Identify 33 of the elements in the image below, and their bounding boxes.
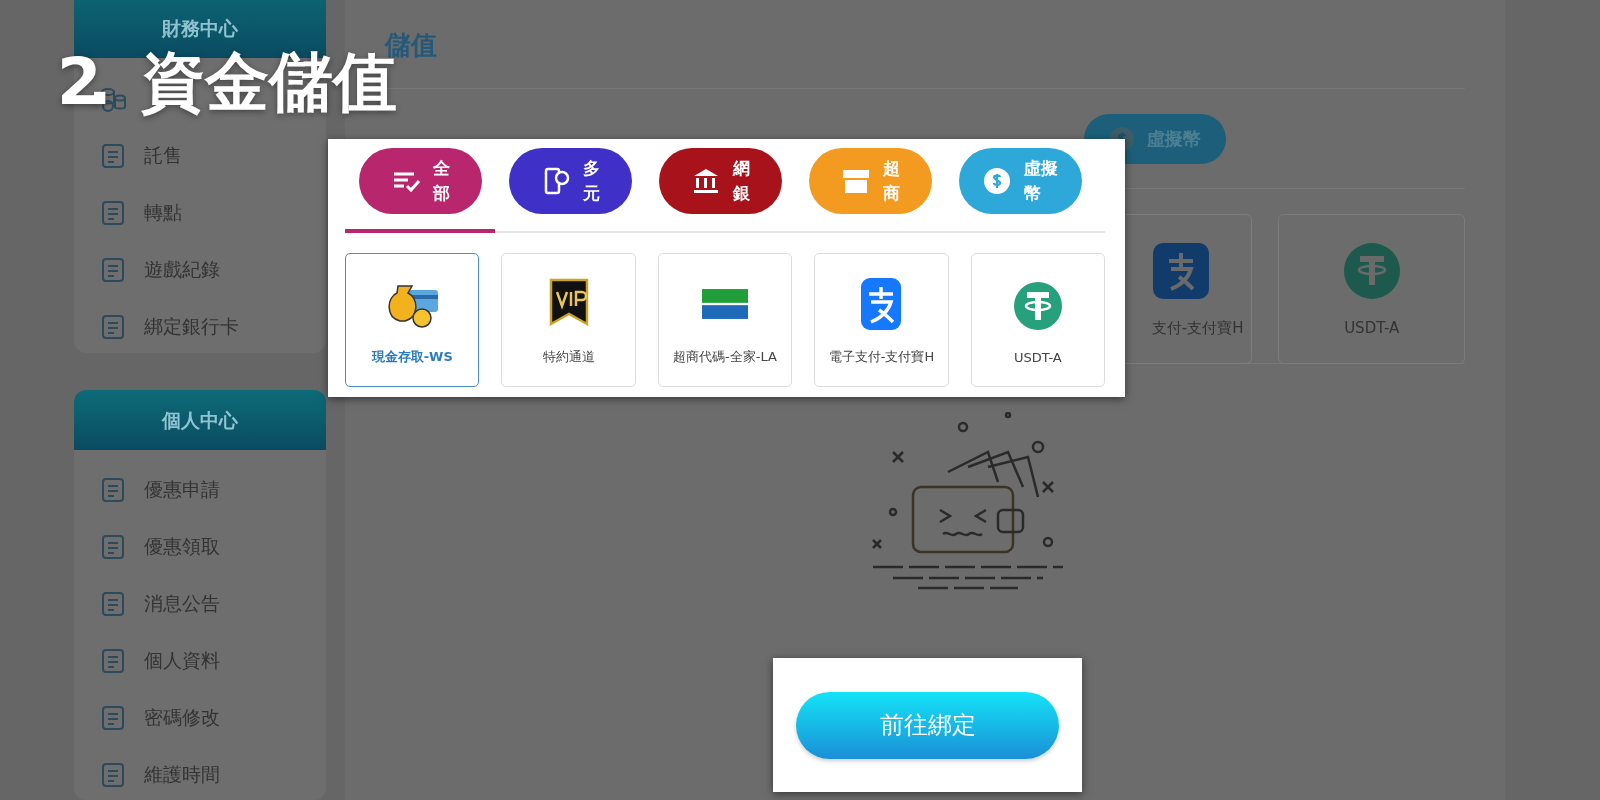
category-tab[interactable]: 超商 xyxy=(795,139,945,233)
sidebar-item[interactable]: 優惠領取 xyxy=(144,534,220,561)
channel-card[interactable]: 電子支付-支付寶H xyxy=(814,253,949,387)
tether-coin-icon xyxy=(1341,241,1402,301)
store-logo-icon xyxy=(702,289,748,319)
sidebar-item[interactable]: 綁定銀行卡 xyxy=(144,313,239,340)
panel-title: 財務中心 xyxy=(162,16,238,41)
sidebar-item[interactable]: 託售 xyxy=(144,142,182,169)
channel-card[interactable]: USDT-A xyxy=(1278,214,1465,364)
dollar-coin-icon xyxy=(982,166,1012,196)
sidebar-item[interactable]: 維護時間 xyxy=(144,762,220,789)
sidebar-item[interactable]: 個人資料 xyxy=(144,648,220,675)
channel-card[interactable]: USDT-A xyxy=(970,253,1106,387)
category-tab[interactable]: 網銀 xyxy=(645,139,795,233)
channel-card[interactable]: 支付-支付寶H xyxy=(1125,214,1253,364)
category-pill[interactable]: 全部 xyxy=(358,148,482,214)
category-tab[interactable]: 多元 xyxy=(495,139,645,233)
sidebar-item[interactable]: 優惠申請 xyxy=(144,477,220,504)
category-pill[interactable]: 網銀 xyxy=(658,148,782,214)
channel-card[interactable]: 現金存取-WS xyxy=(345,253,480,387)
sidebar-item[interactable]: 消息公告 xyxy=(144,591,220,618)
sidebar-item[interactable]: 遊戲紀錄 xyxy=(144,256,220,283)
bind-button[interactable]: 前往綁定 xyxy=(796,691,1059,759)
category-tab[interactable]: 全部 xyxy=(345,139,495,233)
sidebar-item[interactable]: 轉點 xyxy=(144,199,182,226)
category-pill[interactable]: 多元 xyxy=(508,148,632,214)
channel-card[interactable]: 特約通道 xyxy=(501,253,636,387)
category-pill[interactable]: 虛擬幣 xyxy=(958,148,1082,214)
panel-title: 個人中心 xyxy=(162,407,238,433)
sidebar-item[interactable]: 密碼修改 xyxy=(144,705,220,732)
category-pill[interactable]: 超商 xyxy=(808,148,932,214)
channel-card[interactable]: 超商代碼-全家-LA xyxy=(657,253,793,387)
payment-app-icon xyxy=(1151,240,1212,301)
